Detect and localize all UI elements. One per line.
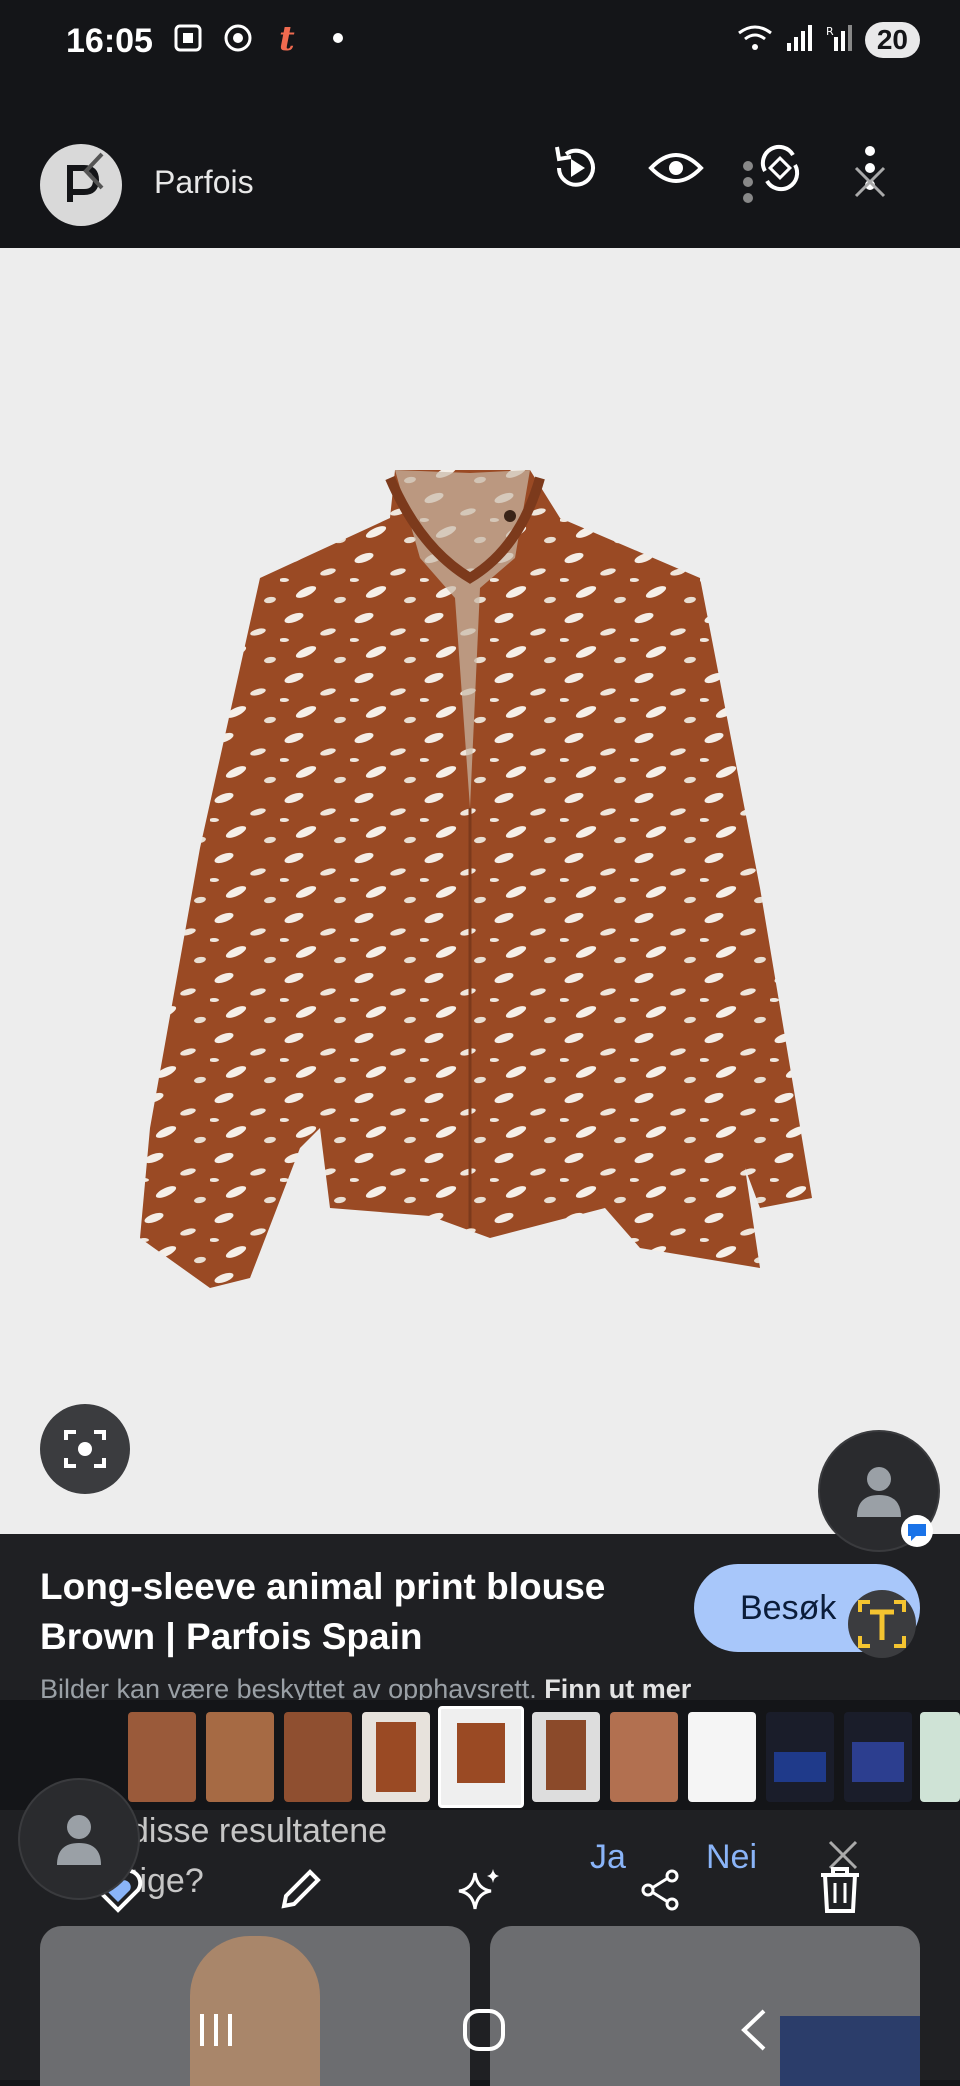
drag-dots-icon	[742, 160, 754, 209]
result-title[interactable]: Long-sleeve animal print blouse Brown | …	[40, 1562, 680, 1662]
lens-header: Parfois	[0, 90, 960, 248]
battery-icon: 20	[864, 22, 920, 58]
wifi-icon	[735, 23, 775, 58]
signal-r-icon: R	[825, 23, 855, 58]
svg-text:t: t	[279, 20, 295, 56]
visit-label: Besøk	[740, 1588, 837, 1627]
back-nav-icon[interactable]	[724, 2000, 784, 2060]
share-icon[interactable]	[630, 1860, 690, 1920]
close-icon[interactable]	[850, 162, 890, 207]
product-image[interactable]	[0, 248, 960, 1534]
status-bar: 16:05 t R 20	[0, 0, 960, 90]
chrome-icon	[220, 20, 256, 56]
person-bubble-left[interactable]	[20, 1780, 138, 1898]
thumbnail[interactable]	[688, 1712, 756, 1802]
thumbnail[interactable]	[844, 1712, 912, 1802]
rotate-icon[interactable]	[752, 140, 808, 196]
translate-text-icon[interactable]	[846, 1588, 918, 1665]
tumblr-icon: t	[270, 20, 306, 56]
replay-icon[interactable]	[548, 140, 604, 196]
thumbnail[interactable]	[284, 1712, 352, 1802]
signal-icon	[785, 23, 815, 58]
thumbnail-selected[interactable]	[438, 1706, 524, 1808]
thumbnail[interactable]	[362, 1712, 430, 1802]
delete-icon[interactable]	[810, 1860, 870, 1920]
thumbnail[interactable]	[610, 1712, 678, 1802]
site-name: Parfois	[154, 164, 254, 200]
status-time: 16:05	[66, 22, 153, 60]
chat-badge-icon	[900, 1514, 934, 1553]
recent-apps-icon[interactable]	[186, 2000, 246, 2060]
thumbnail[interactable]	[920, 1712, 960, 1802]
status-system-icons: R 20	[735, 22, 920, 58]
status-notification-icons: t	[170, 20, 356, 56]
thumbnail[interactable]	[766, 1712, 834, 1802]
eye-icon[interactable]	[648, 140, 704, 196]
svg-text:R: R	[826, 25, 834, 38]
lens-search-button[interactable]	[40, 1404, 130, 1494]
thumbnail[interactable]	[128, 1712, 196, 1802]
thumbnail[interactable]	[206, 1712, 274, 1802]
back-icon[interactable]	[74, 146, 114, 201]
home-icon[interactable]	[454, 2000, 514, 2060]
dot-icon	[320, 20, 356, 56]
screenshot-icon	[170, 20, 206, 56]
thumbnail[interactable]	[532, 1712, 600, 1802]
sparkle-icon[interactable]	[450, 1860, 510, 1920]
edit-icon[interactable]	[270, 1860, 330, 1920]
thumbnail-strip	[0, 1700, 960, 1810]
